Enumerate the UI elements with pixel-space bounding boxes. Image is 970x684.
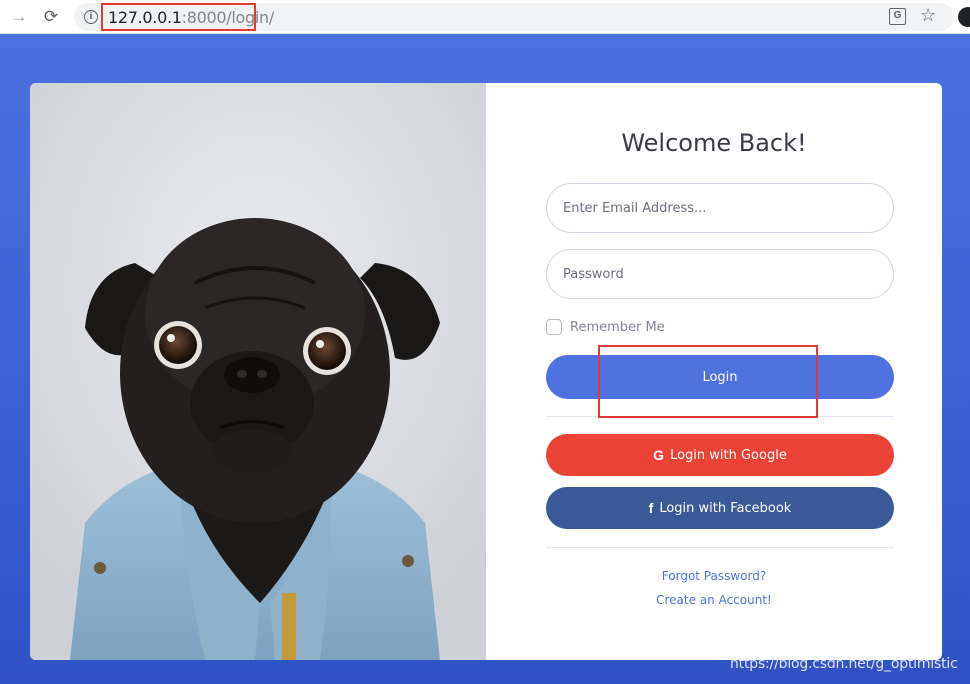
facebook-button-label: Login with Facebook <box>659 500 792 516</box>
divider <box>546 416 894 417</box>
watermark-text: https://blog.csdn.net/g_optimistic <box>730 656 958 672</box>
login-button-label: Login <box>702 369 738 385</box>
profile-avatar-icon[interactable] <box>958 7 970 27</box>
login-card: Welcome Back! Remember Me Login G Login … <box>30 83 942 660</box>
login-with-google-button[interactable]: G Login with Google <box>546 434 894 476</box>
password-field[interactable] <box>546 249 894 299</box>
remember-me-label: Remember Me <box>570 319 665 335</box>
url-host: 127.0.0.1 <box>108 8 182 27</box>
login-form: Welcome Back! Remember Me Login G Login … <box>486 83 942 660</box>
login-with-facebook-button[interactable]: f Login with Facebook <box>546 487 894 529</box>
divider <box>546 547 894 548</box>
address-bar[interactable]: i 127.0.0.1:8000/login/ G ☆ <box>74 3 954 31</box>
remember-me-checkbox[interactable] <box>546 319 562 335</box>
info-icon[interactable]: i <box>84 10 98 24</box>
facebook-icon: f <box>648 500 654 516</box>
url-text[interactable]: 127.0.0.1:8000/login/ <box>101 3 274 31</box>
reload-icon[interactable]: ⟳ <box>39 5 63 29</box>
back-arrow-icon[interactable]: → <box>7 5 31 29</box>
browser-toolbar: → ⟳ i 127.0.0.1:8000/login/ G ☆ <box>0 0 970 34</box>
pug-illustration <box>30 83 486 660</box>
login-button[interactable]: Login <box>546 355 894 399</box>
url-path: :8000/login/ <box>181 8 275 27</box>
google-button-label: Login with Google <box>670 447 787 463</box>
google-icon: G <box>653 447 665 463</box>
pug-photo <box>30 83 486 660</box>
email-field[interactable] <box>546 183 894 233</box>
bookmark-star-icon[interactable]: ☆ <box>920 5 936 26</box>
translate-icon[interactable]: G <box>889 8 906 25</box>
page-title: Welcome Back! <box>621 129 807 157</box>
create-account-link[interactable]: Create an Account! <box>486 593 942 607</box>
forgot-password-link[interactable]: Forgot Password? <box>486 569 942 583</box>
remember-me[interactable]: Remember Me <box>546 319 665 335</box>
